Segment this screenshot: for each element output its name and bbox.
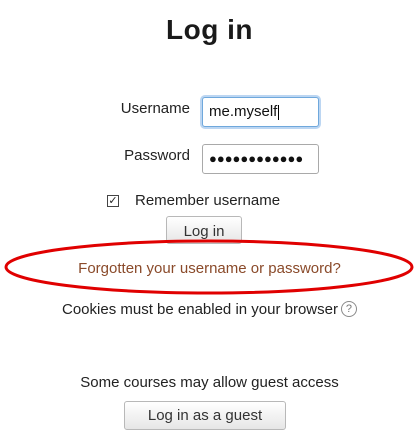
help-icon[interactable]: ? bbox=[340, 301, 357, 318]
guest-access-notice: Some courses may allow guest access bbox=[80, 374, 339, 391]
guest-login-button[interactable]: Log in as a guest bbox=[124, 401, 286, 430]
highlight-ellipse-stroke bbox=[4, 239, 414, 295]
highlight-ellipse bbox=[4, 239, 414, 295]
cookies-notice-text: Cookies must be enabled in your browser bbox=[62, 301, 338, 318]
login-page: Log in Username me.myself Password ●●●●●… bbox=[0, 0, 419, 430]
cookies-notice: Cookies must be enabled in your browser? bbox=[0, 301, 419, 318]
